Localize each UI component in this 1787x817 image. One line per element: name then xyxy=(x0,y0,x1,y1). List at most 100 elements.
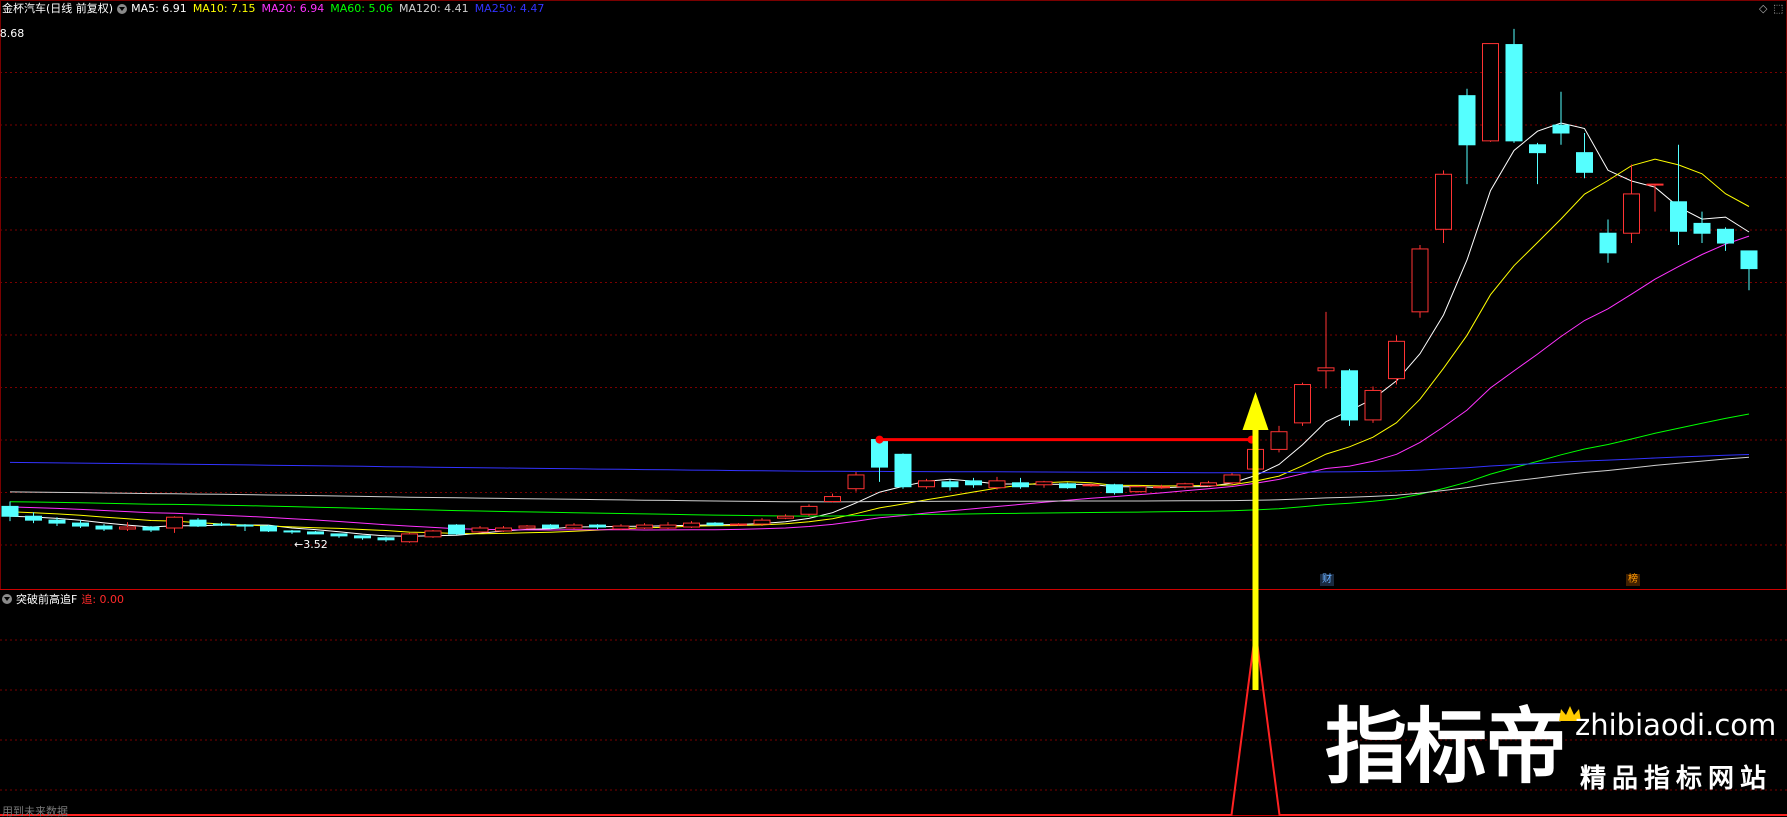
candlestick[interactable] xyxy=(1223,472,1241,485)
candlestick[interactable] xyxy=(330,533,348,538)
candle-body xyxy=(119,526,136,530)
candlestick[interactable] xyxy=(401,532,418,543)
candlestick[interactable] xyxy=(612,524,630,530)
candle-body xyxy=(1129,486,1147,493)
candlestick[interactable] xyxy=(824,493,841,503)
ma-legend-item: MA10: 7.15 xyxy=(192,2,256,15)
candle-body xyxy=(1341,370,1358,421)
candlestick[interactable] xyxy=(142,526,160,532)
window-box-icon[interactable]: ⬚ xyxy=(1773,2,1783,15)
candlestick[interactable] xyxy=(166,516,183,533)
candle-body xyxy=(941,481,959,488)
candlestick[interactable] xyxy=(965,477,982,488)
candlestick[interactable] xyxy=(471,526,489,533)
candlestick[interactable] xyxy=(189,518,207,528)
indicator-toggle-icon[interactable] xyxy=(2,594,12,604)
candle-body xyxy=(1717,228,1734,244)
candlestick[interactable] xyxy=(1106,483,1123,495)
candle-body xyxy=(1482,43,1499,142)
candlestick[interactable] xyxy=(918,478,935,489)
candle-body xyxy=(1458,95,1476,146)
candle-body xyxy=(307,531,324,535)
candlestick[interactable] xyxy=(307,530,324,535)
candlestick[interactable] xyxy=(213,522,230,527)
candlestick[interactable] xyxy=(377,536,395,542)
ranking-badge[interactable]: 榜 xyxy=(1626,574,1640,586)
candlestick[interactable] xyxy=(1458,88,1476,185)
candle-body xyxy=(1223,474,1241,484)
candlestick[interactable] xyxy=(1482,43,1499,142)
candlestick[interactable] xyxy=(424,529,442,538)
candlestick[interactable] xyxy=(448,524,465,535)
candlestick[interactable] xyxy=(565,523,583,529)
candlestick[interactable] xyxy=(683,521,700,529)
chart-canvas[interactable]: ←8.68 ←3.52 xyxy=(0,0,1787,817)
ma-legend-item: MA5: 6.91 xyxy=(131,2,187,15)
candlestick[interactable] xyxy=(871,437,888,482)
candlestick[interactable] xyxy=(95,524,113,531)
candlestick[interactable] xyxy=(1435,170,1452,244)
candlestick[interactable] xyxy=(1717,227,1734,251)
candlestick[interactable] xyxy=(1129,485,1147,493)
candlestick[interactable] xyxy=(1670,144,1687,246)
candlestick[interactable] xyxy=(1294,382,1311,426)
candlestick[interactable] xyxy=(1012,477,1029,489)
candlestick[interactable] xyxy=(1623,164,1640,244)
candlestick[interactable] xyxy=(1740,250,1758,291)
candle-body xyxy=(1529,144,1546,154)
candlestick[interactable] xyxy=(1270,425,1288,453)
candlestick[interactable] xyxy=(260,525,277,532)
candlestick[interactable] xyxy=(659,522,677,529)
candlestick[interactable] xyxy=(236,524,254,531)
candlestick[interactable] xyxy=(988,476,1006,490)
finance-badge[interactable]: 财 xyxy=(1320,574,1334,586)
candle-body xyxy=(330,533,348,537)
watermark: 指标帝 zhibiaodi.com 精品指标网站 xyxy=(1325,700,1785,810)
candlestick[interactable] xyxy=(1411,245,1429,318)
chart-header: 金杯汽车(日线 前复权) MA5: 6.91 MA10: 7.15 MA20: 6.… xyxy=(0,0,544,18)
candlestick[interactable] xyxy=(1341,368,1358,426)
candle-body xyxy=(213,523,230,526)
candlestick[interactable] xyxy=(1176,482,1194,489)
candlestick[interactable] xyxy=(706,522,724,527)
candlestick[interactable] xyxy=(1,501,19,522)
candlestick[interactable] xyxy=(941,479,959,491)
candle-body xyxy=(659,524,677,529)
candlestick[interactable] xyxy=(495,526,512,532)
diamond-icon[interactable]: ◇ xyxy=(1759,2,1767,15)
candlestick[interactable] xyxy=(777,514,794,520)
candle-body xyxy=(48,519,66,524)
candlestick[interactable] xyxy=(894,453,912,489)
candle-body xyxy=(589,524,606,528)
candlestick[interactable] xyxy=(25,512,42,524)
candlestick[interactable] xyxy=(542,524,559,529)
candlestick[interactable] xyxy=(283,529,301,534)
candle-body xyxy=(25,515,42,521)
candlestick[interactable] xyxy=(1505,28,1523,143)
candlestick[interactable] xyxy=(1200,480,1217,487)
candle-body xyxy=(1670,201,1687,232)
candlestick[interactable] xyxy=(354,535,371,540)
candlestick[interactable] xyxy=(1388,335,1405,385)
candlestick[interactable] xyxy=(1364,386,1382,423)
breakout-start-dot xyxy=(875,435,884,444)
candle-body xyxy=(424,530,442,538)
candlestick[interactable] xyxy=(589,524,606,529)
candle-body xyxy=(1,505,19,517)
candle-body xyxy=(988,480,1006,489)
candle-body xyxy=(824,496,841,502)
candlestick[interactable] xyxy=(1035,480,1053,488)
candlestick[interactable] xyxy=(1059,482,1076,489)
candlestick[interactable] xyxy=(1552,91,1570,145)
candlestick[interactable] xyxy=(1599,219,1617,263)
dropdown-toggle-icon[interactable] xyxy=(117,4,128,14)
candlestick[interactable] xyxy=(1646,183,1664,212)
indicator-name[interactable]: 突破前高追F xyxy=(16,591,77,607)
candlestick[interactable] xyxy=(800,504,818,517)
candlestick[interactable] xyxy=(119,522,136,531)
candlestick[interactable] xyxy=(847,472,865,492)
candlestick[interactable] xyxy=(1317,311,1335,389)
candlestick[interactable] xyxy=(636,523,653,529)
candlestick[interactable] xyxy=(1576,133,1593,179)
candlestick[interactable] xyxy=(518,525,536,529)
